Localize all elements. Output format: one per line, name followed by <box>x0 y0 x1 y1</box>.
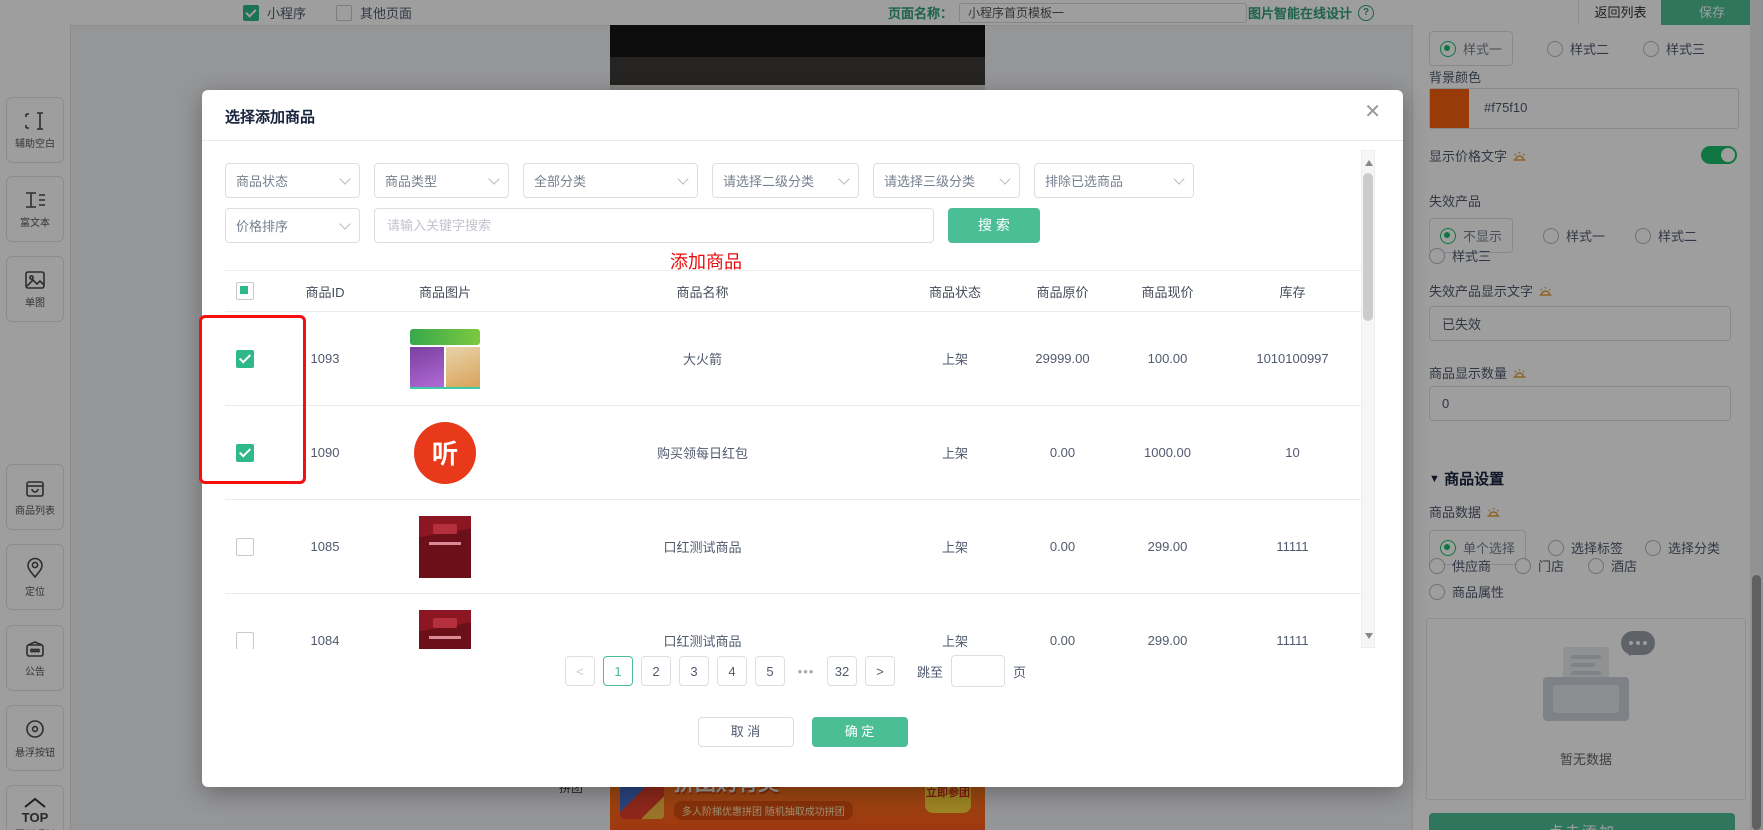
third-category-select[interactable]: 请选择三级分类 <box>873 163 1020 198</box>
page-button-last[interactable]: 32 <box>827 656 857 686</box>
product-image <box>410 329 480 389</box>
keyword-search-input[interactable] <box>374 208 934 243</box>
editor-screen: 小程序 其他页面 页面名称： 图片智能在线设计 ? 返回列表 保存 辅助空白 富… <box>0 0 1763 830</box>
page-suffix-label: 页 <box>1013 662 1026 681</box>
product-table: 商品ID 商品图片 商品名称 商品状态 商品原价 商品现价 库存 1093 大火… <box>225 270 1365 649</box>
modal-header: 选择添加商品 ✕ <box>202 90 1403 141</box>
table-header-row: 商品ID 商品图片 商品名称 商品状态 商品原价 商品现价 库存 <box>225 271 1365 312</box>
page-button-3[interactable]: 3 <box>679 656 709 686</box>
modal-scrollbar-thumb[interactable] <box>1363 173 1373 321</box>
modal-footer: 取 消 确 定 <box>202 717 1403 747</box>
col-header: 商品图片 <box>385 282 505 301</box>
row-checkbox[interactable] <box>236 350 254 368</box>
page-ellipsis[interactable]: ••• <box>793 664 819 679</box>
price-sort-select[interactable]: 价格排序 <box>225 208 360 243</box>
close-icon[interactable]: ✕ <box>1364 102 1381 122</box>
col-header: 商品现价 <box>1115 282 1220 301</box>
product-image <box>419 610 471 650</box>
col-header: 库存 <box>1220 282 1365 301</box>
page-button-2[interactable]: 2 <box>641 656 671 686</box>
cancel-button[interactable]: 取 消 <box>698 717 794 747</box>
scroll-down-icon[interactable] <box>1365 633 1373 643</box>
page-button-4[interactable]: 4 <box>717 656 747 686</box>
table-row[interactable]: 1085 口红测试商品 上架 0.00 299.00 11111 <box>225 500 1365 594</box>
select-all-checkbox[interactable] <box>236 282 254 300</box>
chevron-down-icon <box>999 173 1010 184</box>
jump-page-input[interactable] <box>951 655 1005 687</box>
product-status-select[interactable]: 商品状态 <box>225 163 360 198</box>
row-checkbox[interactable] <box>236 538 254 556</box>
table-row[interactable]: 1084 口红测试商品 上架 0.00 299.00 11111 <box>225 594 1365 649</box>
page-button-5[interactable]: 5 <box>755 656 785 686</box>
filter-row-2: 价格排序 搜 索 <box>225 208 1040 243</box>
search-button[interactable]: 搜 索 <box>948 208 1040 243</box>
product-image <box>419 516 471 578</box>
chevron-down-icon <box>339 218 350 229</box>
table-row[interactable]: 1090 听 购买领每日红包 上架 0.00 1000.00 10 <box>225 406 1365 500</box>
modal-title: 选择添加商品 <box>225 106 315 127</box>
chevron-down-icon <box>488 173 499 184</box>
chevron-down-icon <box>677 173 688 184</box>
next-page-button[interactable]: > <box>865 656 895 686</box>
prev-page-button[interactable]: < <box>565 656 595 686</box>
second-category-select[interactable]: 请选择二级分类 <box>712 163 859 198</box>
confirm-button[interactable]: 确 定 <box>812 717 908 747</box>
chevron-down-icon <box>339 173 350 184</box>
row-checkbox[interactable] <box>236 632 254 650</box>
col-header: 商品ID <box>265 282 385 301</box>
col-header: 商品原价 <box>1010 282 1115 301</box>
table-row[interactable]: 1093 大火箭 上架 29999.00 100.00 1010100997 <box>225 312 1365 406</box>
row-checkbox[interactable] <box>236 444 254 462</box>
select-product-modal: 选择添加商品 ✕ 商品状态 商品类型 全部分类 请选择二级分类 请选择三级分类 … <box>202 90 1403 787</box>
page-button-1[interactable]: 1 <box>603 656 633 686</box>
chevron-down-icon <box>838 173 849 184</box>
product-type-select[interactable]: 商品类型 <box>374 163 509 198</box>
exclude-selected-select[interactable]: 排除已选商品 <box>1034 163 1194 198</box>
jump-to-label: 跳至 <box>917 662 943 681</box>
col-header: 商品名称 <box>505 282 900 301</box>
scroll-up-icon[interactable] <box>1365 156 1373 166</box>
add-product-annotation: 添加商品 <box>606 248 806 274</box>
product-image: 听 <box>414 422 476 484</box>
filter-row-1: 商品状态 商品类型 全部分类 请选择二级分类 请选择三级分类 排除已选商品 <box>225 163 1194 198</box>
pagination: < 1 2 3 4 5 ••• 32 > 跳至 页 <box>565 655 1026 687</box>
modal-scrollbar[interactable] <box>1361 150 1375 648</box>
all-category-select[interactable]: 全部分类 <box>523 163 698 198</box>
col-header: 商品状态 <box>900 282 1010 301</box>
chevron-down-icon <box>1173 173 1184 184</box>
